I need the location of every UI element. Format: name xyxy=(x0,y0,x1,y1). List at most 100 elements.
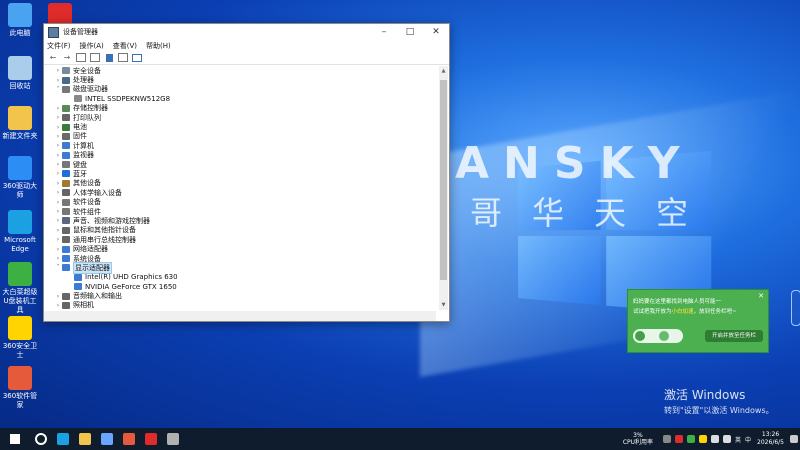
tree-row[interactable]: › 监视器 xyxy=(44,151,436,160)
scroll-down-icon[interactable]: ▼ xyxy=(439,300,448,310)
device-manager-window[interactable]: 设备管理器 – □ ✕ 文件(F) 操作(A) 查看(V) 帮助(H) ← → … xyxy=(43,23,450,322)
tree-row[interactable]: INTEL SSDPEKNW512G8 xyxy=(44,94,436,103)
window-titlebar[interactable]: 设备管理器 – □ ✕ xyxy=(44,24,449,40)
tree-row[interactable]: › 声音、视频和游戏控制器 xyxy=(44,216,436,225)
desktop-icon[interactable]: 360软件管家 xyxy=(0,366,40,410)
scan-hardware-button[interactable] xyxy=(118,53,128,62)
popup-close-icon[interactable]: ✕ xyxy=(758,292,764,300)
close-button[interactable]: ✕ xyxy=(423,24,449,40)
chevron-right-icon[interactable]: › xyxy=(54,124,62,131)
chevron-right-icon[interactable]: › xyxy=(54,180,62,187)
chevron-right-icon[interactable]: › xyxy=(54,67,62,74)
device-tree[interactable]: › 安全设备 › 处理器 ˅ 磁盘驱动器 INTEL SSDPEKNW512G8 › 存储控制器… xyxy=(44,66,436,310)
chevron-right-icon[interactable]: › xyxy=(54,246,62,253)
tree-row[interactable]: › 蓝牙 xyxy=(44,169,436,178)
desktop-icon[interactable]: 360安全卫士 xyxy=(0,316,40,360)
chevron-right-icon[interactable]: › xyxy=(54,255,62,262)
chevron-right-icon[interactable]: › xyxy=(54,161,62,168)
chevron-right-icon[interactable]: › xyxy=(54,77,62,84)
tray-chevron-icon[interactable] xyxy=(663,435,672,443)
tree-row[interactable]: › 照相机 xyxy=(44,301,436,310)
explorer-icon[interactable] xyxy=(74,428,96,450)
tree-row[interactable]: › 音频输入和输出 xyxy=(44,291,436,300)
chevron-right-icon[interactable]: › xyxy=(54,114,62,121)
tray-360-icon[interactable] xyxy=(687,435,696,443)
ime-mode[interactable]: 中 xyxy=(745,435,751,444)
chevron-right-icon[interactable]: › xyxy=(54,217,62,224)
tree-row[interactable]: › 计算机 xyxy=(44,141,436,150)
tree-row[interactable]: › 软件组件 xyxy=(44,207,436,216)
chevron-right-icon[interactable]: › xyxy=(54,302,62,309)
tree-row[interactable]: NVIDIA GeForce GTX 1650 xyxy=(44,282,436,291)
minimize-button[interactable]: – xyxy=(371,24,397,40)
chevron-right-icon[interactable]: › xyxy=(54,170,62,177)
scrollbar-thumb[interactable] xyxy=(440,80,447,280)
chevron-right-icon[interactable]: › xyxy=(54,227,62,234)
chevron-right-icon[interactable]: › xyxy=(54,142,62,149)
desktop-icon[interactable]: Microsoft Edge xyxy=(0,210,40,254)
chevron-down-icon[interactable]: ˅ xyxy=(54,86,62,93)
enable-pin-button[interactable]: 开启并放至任务栏 xyxy=(705,330,763,342)
tree-row[interactable]: › 存储控制器 xyxy=(44,104,436,113)
chevron-right-icon[interactable]: › xyxy=(54,293,62,300)
tree-row[interactable]: › 固件 xyxy=(44,132,436,141)
tray-volume-icon[interactable] xyxy=(723,435,732,443)
vertical-scrollbar[interactable]: ▲ ▼ xyxy=(439,66,448,310)
tree-row[interactable]: ˅ 显示适配器 xyxy=(44,261,436,274)
tree-row[interactable]: ˅ 磁盘驱动器 xyxy=(44,85,436,94)
tree-row[interactable]: › 网络适配器 xyxy=(44,244,436,253)
tray-wechat-icon[interactable] xyxy=(699,435,708,443)
tree-row[interactable]: › 人体学输入设备 xyxy=(44,188,436,197)
list-button[interactable] xyxy=(90,53,100,62)
forward-button[interactable]: → xyxy=(62,53,72,62)
tree-row[interactable]: › 鼠标和其他指针设备 xyxy=(44,226,436,235)
tree-row[interactable]: › 软件设备 xyxy=(44,197,436,206)
app-icon[interactable] xyxy=(118,428,140,450)
chevron-right-icon[interactable]: › xyxy=(54,152,62,159)
tray-app-icon[interactable] xyxy=(675,435,684,443)
search-icon[interactable] xyxy=(30,428,52,450)
monitor-button[interactable] xyxy=(132,53,142,62)
notification-icon[interactable] xyxy=(790,435,798,443)
desktop-icon[interactable]: 此电脑 xyxy=(0,3,40,38)
tray-network-icon[interactable] xyxy=(711,435,720,443)
menu-file[interactable]: 文件(F) xyxy=(47,41,71,51)
chevron-right-icon[interactable]: › xyxy=(54,199,62,206)
clock[interactable]: 13:26 2026/6/5 xyxy=(757,431,784,447)
desktop-icon[interactable]: 新建文件夹 xyxy=(0,106,40,141)
chevron-right-icon[interactable]: › xyxy=(54,105,62,112)
desktop-icon[interactable]: 360驱动大师 xyxy=(0,156,40,200)
chevron-right-icon[interactable]: › xyxy=(54,189,62,196)
chevron-right-icon[interactable]: › xyxy=(54,133,62,140)
tree-row[interactable]: › 键盘 xyxy=(44,160,436,169)
properties-button[interactable] xyxy=(76,53,86,62)
tree-row[interactable]: › 处理器 xyxy=(44,75,436,84)
wps-icon[interactable] xyxy=(140,428,162,450)
maximize-button[interactable]: □ xyxy=(397,24,423,40)
cpu-monitor[interactable]: 3% CPU利用率 xyxy=(623,432,653,446)
chevron-right-icon[interactable]: › xyxy=(54,208,62,215)
help-button[interactable] xyxy=(104,53,114,62)
horizontal-scrollbar[interactable] xyxy=(44,311,436,321)
scroll-up-icon[interactable]: ▲ xyxy=(439,66,448,76)
menu-help[interactable]: 帮助(H) xyxy=(146,41,171,51)
menu-action[interactable]: 操作(A) xyxy=(80,41,104,51)
side-panel-handle[interactable] xyxy=(791,290,800,326)
tree-row[interactable]: Intel(R) UHD Graphics 630 xyxy=(44,273,436,282)
windows-start-icon[interactable] xyxy=(0,428,30,450)
tree-row[interactable]: › 电池 xyxy=(44,122,436,131)
back-button[interactable]: ← xyxy=(48,53,58,62)
desktop-icon[interactable]: 回收站 xyxy=(0,56,40,91)
tree-row[interactable]: › 安全设备 xyxy=(44,66,436,75)
device-manager-icon[interactable] xyxy=(162,428,184,450)
edge-icon[interactable] xyxy=(52,428,74,450)
tree-row[interactable]: › 其他设备 xyxy=(44,179,436,188)
ime-indicator[interactable]: 英 xyxy=(735,435,741,444)
menu-view[interactable]: 查看(V) xyxy=(113,41,137,51)
tree-row[interactable]: › 通用串行总线控制器 xyxy=(44,235,436,244)
tree-row[interactable]: › 打印队列 xyxy=(44,113,436,122)
chevron-right-icon[interactable]: › xyxy=(54,236,62,243)
desktop-icon[interactable]: 大白菜超级U盘装机工具 xyxy=(0,262,40,315)
speedup-popup[interactable]: ✕ 妈妈要在这里都找到电脑人员可能一 试试把我开放为小白加速，放到任务栏吧~ 开… xyxy=(627,289,769,353)
store-icon[interactable] xyxy=(96,428,118,450)
